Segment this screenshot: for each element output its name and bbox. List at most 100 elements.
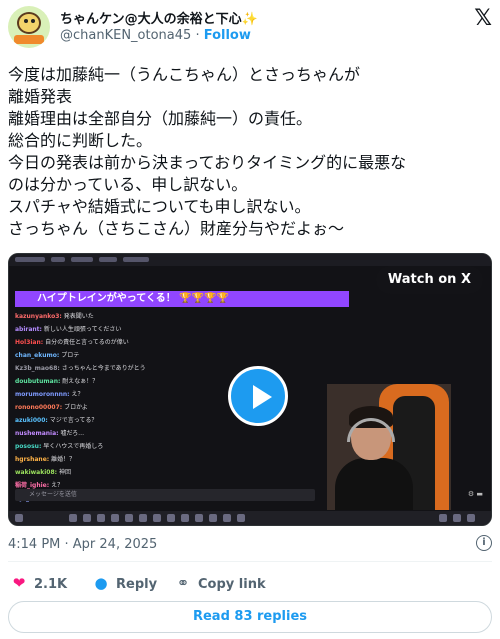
taskbar-icon (209, 514, 217, 522)
display-name[interactable]: ちゃんケン@大人の余裕と下心✨ (60, 8, 258, 27)
link-icon: ⚭ (176, 574, 190, 592)
reply-button[interactable]: ● Reply (92, 573, 157, 593)
tweet-line: 総合的に判断した。 (8, 131, 153, 150)
copy-link-button[interactable]: ⚭ Copy link (174, 573, 266, 593)
like-count: 2.1K (34, 577, 68, 592)
divider (8, 561, 492, 562)
tweet-line: スパチャや結婚式についても申し訳ない。 (8, 197, 311, 216)
stream-controls: ⚙ ▬ (467, 490, 483, 498)
taskbar-icon (453, 514, 461, 522)
chat-message: wakiwaki08: 神回 (15, 468, 315, 479)
tweet-line: 離婚理由は全部自分（加藤純一）の責任。 (8, 109, 313, 128)
x-logo-icon[interactable]: 𝕏 (474, 6, 492, 31)
titlebar-item (71, 257, 93, 262)
chat-text: さっちゃんと今までありがとう (61, 365, 146, 372)
chat-text: 新しい人生頑張ってください (43, 326, 122, 333)
tweet-line: 今日の発表は前から決まっておりタイミング的に最悪な (8, 153, 407, 172)
chat-username[interactable]: pososu: (15, 443, 41, 450)
chat-message: Hol3ian: 自分の責任と言ってるのが偉い (15, 338, 315, 349)
chat-username[interactable]: hgrshane: (15, 456, 49, 463)
taskbar-icon (439, 514, 447, 522)
taskbar-icon (181, 514, 189, 522)
reply-icon: ● (94, 574, 108, 592)
hype-train-banner: ハイプトレインがやってくる！ 🏆🏆🏆🏆 (15, 291, 349, 307)
chat-text: 耐えなぁ！？ (62, 378, 99, 385)
avatar-tag (14, 35, 44, 44)
handle-row: @chanKEN_otona45 · Follow (60, 28, 251, 43)
chat-text: 神回 (58, 469, 71, 476)
play-icon[interactable] (228, 366, 288, 426)
chat-text: マジで言ってる？ (49, 417, 98, 424)
chat-text: 自分の責任と言ってるのが偉い (45, 339, 129, 346)
taskbar-icon (223, 514, 231, 522)
tweet-line: のは分かっている、申し訳ない。 (8, 175, 248, 194)
chat-text: 離婚！？ (51, 456, 76, 463)
taskbar-icon (237, 514, 245, 522)
taskbar-icon (467, 514, 475, 522)
tweet-line: さっちゃん（さちこさん）財産分与やだよぉ～ (8, 219, 345, 238)
taskbar-icon (139, 514, 147, 522)
reply-label: Reply (116, 577, 158, 592)
read-replies-button[interactable]: Read 83 replies (8, 601, 492, 633)
taskbar-icon (195, 514, 203, 522)
titlebar-item (15, 257, 45, 262)
chat-message: hgrshane: 離婚！？ (15, 455, 315, 466)
video-player[interactable]: ハイプトレインがやってくる！ 🏆🏆🏆🏆 Watch on X kazunyank… (8, 253, 492, 526)
like-button[interactable]: ❤ 2.1K (10, 573, 67, 593)
tweet-line: 今度は加藤純一（うんこちゃん）とさっちゃんが (8, 65, 361, 84)
chat-input: メッセージを送信 (15, 489, 315, 501)
avatar[interactable] (8, 6, 50, 48)
tweet-timestamp[interactable]: 4:14 PM · Apr 24, 2025 (8, 537, 157, 552)
tweet-line: 離婚発表 (8, 87, 73, 106)
taskbar-icon (15, 514, 23, 522)
chat-text: プロテ (61, 352, 80, 359)
titlebar-item (99, 257, 117, 262)
titlebar-item (123, 257, 149, 262)
follow-button[interactable]: Follow (204, 28, 251, 43)
taskbar (9, 511, 491, 525)
chat-username[interactable]: kazunyanko3: (15, 313, 62, 320)
titlebar-item (51, 257, 65, 262)
chat-message: kazunyanko3: 発表聞いた (15, 312, 315, 323)
copy-link-label: Copy link (198, 577, 266, 592)
handle[interactable]: @chanKEN_otona45 (60, 28, 191, 43)
stream-titlebar (9, 254, 491, 266)
avatar-face (17, 12, 41, 34)
chat-username[interactable]: ronono00007: (15, 404, 62, 411)
webcam-overlay (327, 384, 451, 510)
chat-username[interactable]: chan_ekumo: (15, 352, 59, 359)
chat-message: abirant: 新しい人生頑張ってください (15, 325, 315, 336)
chat-username[interactable]: nushemania: (15, 430, 59, 437)
chat-username[interactable]: Hol3ian: (15, 339, 43, 346)
chat-username[interactable]: morumoronnnn: (15, 391, 70, 398)
avatar-eye (31, 19, 35, 23)
separator: · (195, 28, 200, 43)
watch-on-x-button[interactable]: Watch on X (375, 266, 483, 294)
chat-username[interactable]: azuki000: (15, 417, 48, 424)
chat-text: え？ (71, 391, 84, 398)
tweet-text: 今度は加藤純一（うんこちゃん）とさっちゃんが 離婚発表 離婚理由は全部自分（加藤… (8, 64, 492, 240)
play-triangle (253, 385, 272, 409)
taskbar-icon (69, 514, 77, 522)
taskbar-icon (97, 514, 105, 522)
chat-text: 発表聞いた (63, 313, 94, 320)
chat-text: ブロかよ (64, 404, 88, 411)
avatar-eye (24, 19, 28, 23)
heart-icon: ❤ (12, 574, 26, 592)
taskbar-icon (125, 514, 133, 522)
streamer-body (335, 458, 413, 510)
chat-username[interactable]: doubutuman: (15, 378, 60, 385)
taskbar-icon (167, 514, 175, 522)
chat-message: pososu: 早くハウスで再婚しろ (15, 442, 315, 453)
chat-username[interactable]: wakiwaki08: (15, 469, 57, 476)
taskbar-icon (153, 514, 161, 522)
info-icon[interactable]: i (476, 535, 492, 551)
chat-username[interactable]: abirant: (15, 326, 42, 333)
taskbar-icon (111, 514, 119, 522)
chat-text: え？ (51, 482, 64, 489)
taskbar-icon (83, 514, 91, 522)
chat-message: chan_ekumo: プロテ (15, 351, 315, 362)
chat-username[interactable]: Kz3b_mao68: (15, 365, 60, 372)
chat-username[interactable]: 稲荷_ighie: (15, 482, 49, 489)
chat-message: nushemania: 嘘だろ… (15, 429, 315, 440)
